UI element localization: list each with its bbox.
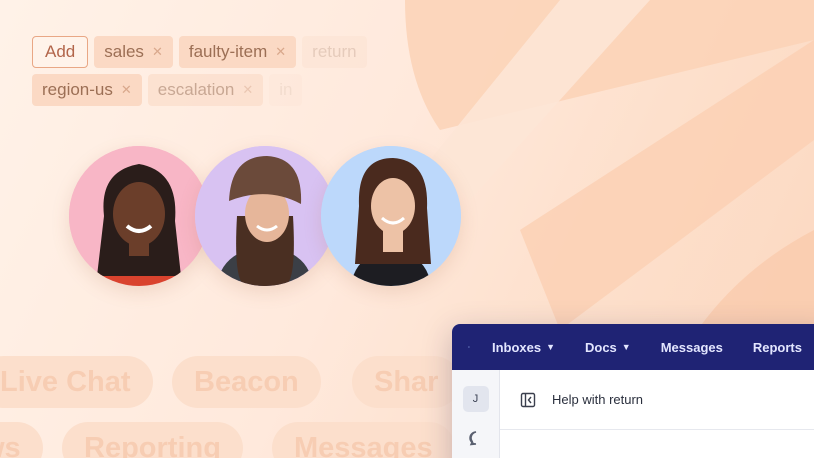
- feature-pill-label: ws: [0, 431, 21, 458]
- app-window: Inboxes ▼ Docs ▼ Messages Reports J Help…: [452, 324, 814, 458]
- tag-chip[interactable]: faulty-item ✕: [178, 36, 297, 68]
- conversation-title: Help with return: [552, 392, 644, 407]
- feature-pill: Beacon: [172, 356, 321, 408]
- helpscout-logo-icon[interactable]: [468, 337, 470, 357]
- remove-tag-icon[interactable]: ✕: [242, 82, 253, 98]
- chevron-down-icon: ▼: [546, 342, 555, 352]
- feature-pill: Shar: [352, 356, 461, 408]
- collapse-sidebar-icon[interactable]: [520, 392, 536, 408]
- remove-tag-icon[interactable]: ✕: [275, 44, 286, 60]
- user-initial: J: [472, 393, 479, 405]
- top-nav: Inboxes ▼ Docs ▼ Messages Reports: [452, 324, 814, 370]
- conversation-pane: Help with return: [500, 370, 814, 458]
- nav-inboxes[interactable]: Inboxes ▼: [492, 340, 555, 355]
- nav-docs[interactable]: Docs ▼: [585, 340, 631, 355]
- tag-chip[interactable]: escalation ✕: [147, 74, 264, 106]
- app-body: J Help with return: [452, 370, 814, 458]
- feature-pill-label: Shar: [374, 365, 439, 398]
- feature-pill-label: Messages: [294, 431, 433, 458]
- tag-chip[interactable]: return: [302, 36, 367, 68]
- avatar: [195, 146, 335, 286]
- tag-row-2: region-us ✕ escalation ✕ in: [32, 74, 432, 106]
- nav-reports-label: Reports: [752, 339, 802, 355]
- tag-label: sales: [104, 42, 144, 61]
- add-tag-label: Add: [45, 42, 76, 61]
- nav-messages[interactable]: Messages: [661, 340, 723, 355]
- feature-pill-label: Beacon: [194, 365, 299, 398]
- tag-row-1: Add sales ✕ faulty-item ✕ return: [32, 36, 432, 68]
- nav-docs-label: Docs: [585, 339, 617, 355]
- chevron-down-icon: ▼: [621, 342, 631, 352]
- feature-pill: Live Chat: [0, 356, 153, 408]
- remove-tag-icon[interactable]: ✕: [121, 82, 132, 98]
- app-sidebar: J: [452, 370, 500, 458]
- chat-bubble-icon[interactable]: [468, 430, 484, 446]
- tag-chip[interactable]: sales ✕: [94, 36, 173, 68]
- feature-pill: ws: [0, 422, 43, 458]
- user-avatar-button[interactable]: J: [462, 386, 489, 412]
- tag-label: faulty-item: [188, 42, 268, 61]
- nav-inboxes-label: Inboxes: [491, 339, 542, 355]
- feature-pill-label: Live Chat: [0, 365, 131, 398]
- tag-chip[interactable]: in: [269, 74, 303, 106]
- nav-reports[interactable]: Reports: [753, 340, 802, 355]
- tag-label: return: [312, 42, 357, 61]
- tag-label: escalation: [157, 80, 235, 99]
- add-tag-button[interactable]: Add: [32, 36, 89, 68]
- tag-list: Add sales ✕ faulty-item ✕ return region-us…: [32, 36, 432, 112]
- conversation-header: Help with return: [500, 370, 814, 430]
- tag-chip[interactable]: region-us ✕: [32, 74, 142, 106]
- nav-messages-label: Messages: [660, 339, 723, 355]
- feature-pill-label: Reporting: [84, 431, 221, 458]
- tag-label: in: [279, 80, 293, 99]
- avatar: [69, 146, 209, 286]
- remove-tag-icon[interactable]: ✕: [152, 44, 163, 60]
- avatar: [321, 146, 461, 286]
- feature-pill: Reporting: [62, 422, 243, 458]
- tag-label: region-us: [42, 80, 113, 99]
- feature-pill: Messages: [272, 422, 455, 458]
